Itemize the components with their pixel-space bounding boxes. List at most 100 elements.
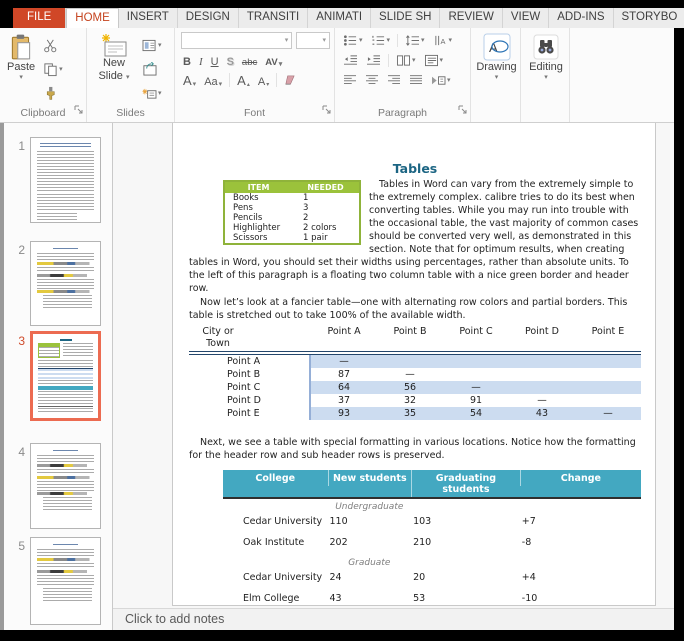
distance-table[interactable]: City or Town Point A Point B Point C Poi…	[189, 326, 641, 420]
reset-slide-button[interactable]	[140, 59, 164, 79]
subheader-undergraduate: Undergraduate	[223, 499, 641, 513]
align-center-button[interactable]	[363, 72, 381, 88]
table-row: Point B 87—	[189, 368, 641, 381]
tab-insert[interactable]: INSERT	[119, 8, 178, 28]
tab-file[interactable]: FILE	[13, 8, 66, 28]
divider	[229, 73, 230, 87]
tab-slideshow[interactable]: SLIDE SH	[371, 8, 440, 28]
slide-number-5[interactable]: 5	[10, 539, 25, 553]
numbering-caret-icon: ▾	[387, 37, 391, 44]
align-right-button[interactable]	[385, 72, 403, 88]
tab-transitions[interactable]: TRANSITI	[239, 8, 308, 28]
group-slides: New Slide ▾ ▾	[87, 28, 175, 122]
strikethrough-button[interactable]: abc	[240, 52, 259, 68]
bullets-caret-icon: ▾	[359, 37, 363, 44]
tab-review[interactable]: REVIEW	[440, 8, 502, 28]
line-spacing-button[interactable]: ▾	[403, 33, 427, 49]
bold-button[interactable]: B	[181, 52, 193, 68]
paste-button[interactable]: Paste ▾	[4, 32, 38, 107]
decrease-indent-button[interactable]	[341, 53, 360, 69]
group-editing: Editing ▾	[521, 28, 570, 122]
clipboard-dialog-launcher-icon[interactable]	[74, 101, 83, 119]
table-row: Scissors1 pair	[225, 233, 359, 243]
font-color-button[interactable]: A▾	[181, 72, 198, 88]
decrease-font-size-button[interactable]: A▾	[256, 72, 271, 88]
font-name-combobox[interactable]: ▾	[181, 32, 292, 49]
tab-design[interactable]: DESIGN	[178, 8, 239, 28]
svg-text:A: A	[440, 37, 445, 46]
fancier-table-paragraph[interactable]: Now let’s look at a fancier table—one wi…	[189, 296, 641, 322]
slide-thumbnail-4[interactable]	[30, 443, 101, 529]
slide-heading[interactable]: Tables	[189, 161, 641, 176]
group-paragraph: ▾ ▾ ▾	[335, 28, 471, 122]
align-text-button[interactable]: ▾	[422, 53, 446, 69]
slide-number-4[interactable]: 4	[10, 445, 25, 459]
character-spacing-button[interactable]: AV▾	[263, 52, 284, 68]
line-spacing-caret-icon: ▾	[421, 37, 425, 44]
justify-button[interactable]	[407, 72, 425, 88]
copy-caret-icon: ▾	[59, 66, 63, 73]
group-drawing: A Drawing ▾	[471, 28, 521, 122]
copy-button[interactable]: ▾	[41, 59, 65, 79]
table-row: Point E 93355443—	[189, 407, 641, 420]
section-button[interactable]: ▾	[140, 83, 164, 103]
cut-button[interactable]	[41, 35, 65, 55]
text-shadow-button[interactable]: S	[225, 52, 236, 68]
paragraph-dialog-launcher-icon[interactable]	[458, 101, 467, 119]
bullets-button[interactable]: ▾	[341, 33, 365, 49]
font-dialog-launcher-icon[interactable]	[322, 101, 331, 119]
special-formatting-paragraph[interactable]: Next, we see a table with special format…	[189, 436, 641, 462]
slide-thumbnail-panel: 1 2 3	[0, 123, 113, 630]
table-row: Point D 373291—	[189, 394, 641, 407]
tab-addins[interactable]: ADD-INS	[549, 8, 613, 28]
tab-view[interactable]: VIEW	[503, 8, 549, 28]
window-edge	[0, 123, 4, 630]
subheader-graduate: Graduate	[223, 555, 641, 569]
slide-thumbnail-3[interactable]	[30, 331, 101, 421]
increase-indent-button[interactable]	[364, 53, 383, 69]
ribbon-spacer	[570, 28, 674, 122]
divider	[276, 73, 277, 87]
ribbon: Paste ▾ ▾	[0, 28, 674, 123]
new-slide-icon	[100, 33, 128, 57]
slide-3-canvas[interactable]: Tables ITEM NEEDED Books1 Pens3 Pencils2…	[172, 123, 656, 606]
layout-caret-icon: ▾	[158, 42, 162, 49]
supplies-table[interactable]: ITEM NEEDED Books1 Pens3 Pencils2 Highli…	[223, 180, 361, 245]
editing-button[interactable]: Editing ▾	[526, 32, 566, 107]
slide-thumbnail-5[interactable]	[30, 537, 101, 625]
new-slide-button[interactable]: New Slide ▾	[91, 32, 137, 107]
slide-thumbnail-2[interactable]	[30, 241, 101, 326]
notes-placeholder[interactable]: Click to add notes	[113, 608, 674, 630]
drawing-caret-icon: ▾	[495, 74, 499, 81]
table-row: Cedar University110103+7	[223, 513, 641, 534]
columns-button[interactable]: ▾	[394, 53, 418, 69]
text-direction-caret-icon: ▾	[449, 37, 453, 44]
align-left-button[interactable]	[341, 72, 359, 88]
slide-thumbnail-1[interactable]	[30, 137, 101, 223]
italic-button[interactable]: I	[197, 52, 205, 68]
distance-table-header: City or Town Point A Point B Point C Poi…	[189, 326, 641, 355]
section-caret-icon: ▾	[158, 90, 162, 97]
format-painter-button[interactable]	[41, 83, 65, 103]
font-size-combobox[interactable]: ▾	[296, 32, 330, 49]
slide-layout-button[interactable]: ▾	[140, 35, 164, 55]
tab-animations[interactable]: ANIMATI	[308, 8, 371, 28]
clear-formatting-eraser-icon[interactable]	[282, 74, 297, 87]
change-case-button[interactable]: Aa▾	[202, 72, 224, 88]
new-slide-label: New Slide ▾	[96, 57, 132, 83]
slide-number-1[interactable]: 1	[10, 139, 25, 153]
slide-number-3[interactable]: 3	[10, 334, 25, 348]
slide-number-2[interactable]: 2	[10, 243, 25, 257]
college-table[interactable]: College New students Graduating students…	[223, 470, 641, 606]
slides-group-label: Slides	[87, 107, 174, 122]
underline-button[interactable]: U	[209, 52, 221, 68]
group-font: ▾ ▾ B I U S abc AV▾ A▾ Aa▾	[175, 28, 335, 122]
text-direction-button[interactable]: A ▾	[431, 33, 455, 49]
tab-storyboarding[interactable]: STORYBO	[614, 8, 684, 28]
numbering-button[interactable]: ▾	[369, 33, 393, 49]
tab-home[interactable]: HOME	[66, 8, 119, 28]
font-group-label: Font	[175, 107, 334, 122]
convert-to-smartart-button[interactable]: ▾	[429, 72, 453, 88]
drawing-button[interactable]: A Drawing ▾	[473, 32, 519, 107]
increase-font-size-button[interactable]: A▴	[235, 72, 252, 88]
